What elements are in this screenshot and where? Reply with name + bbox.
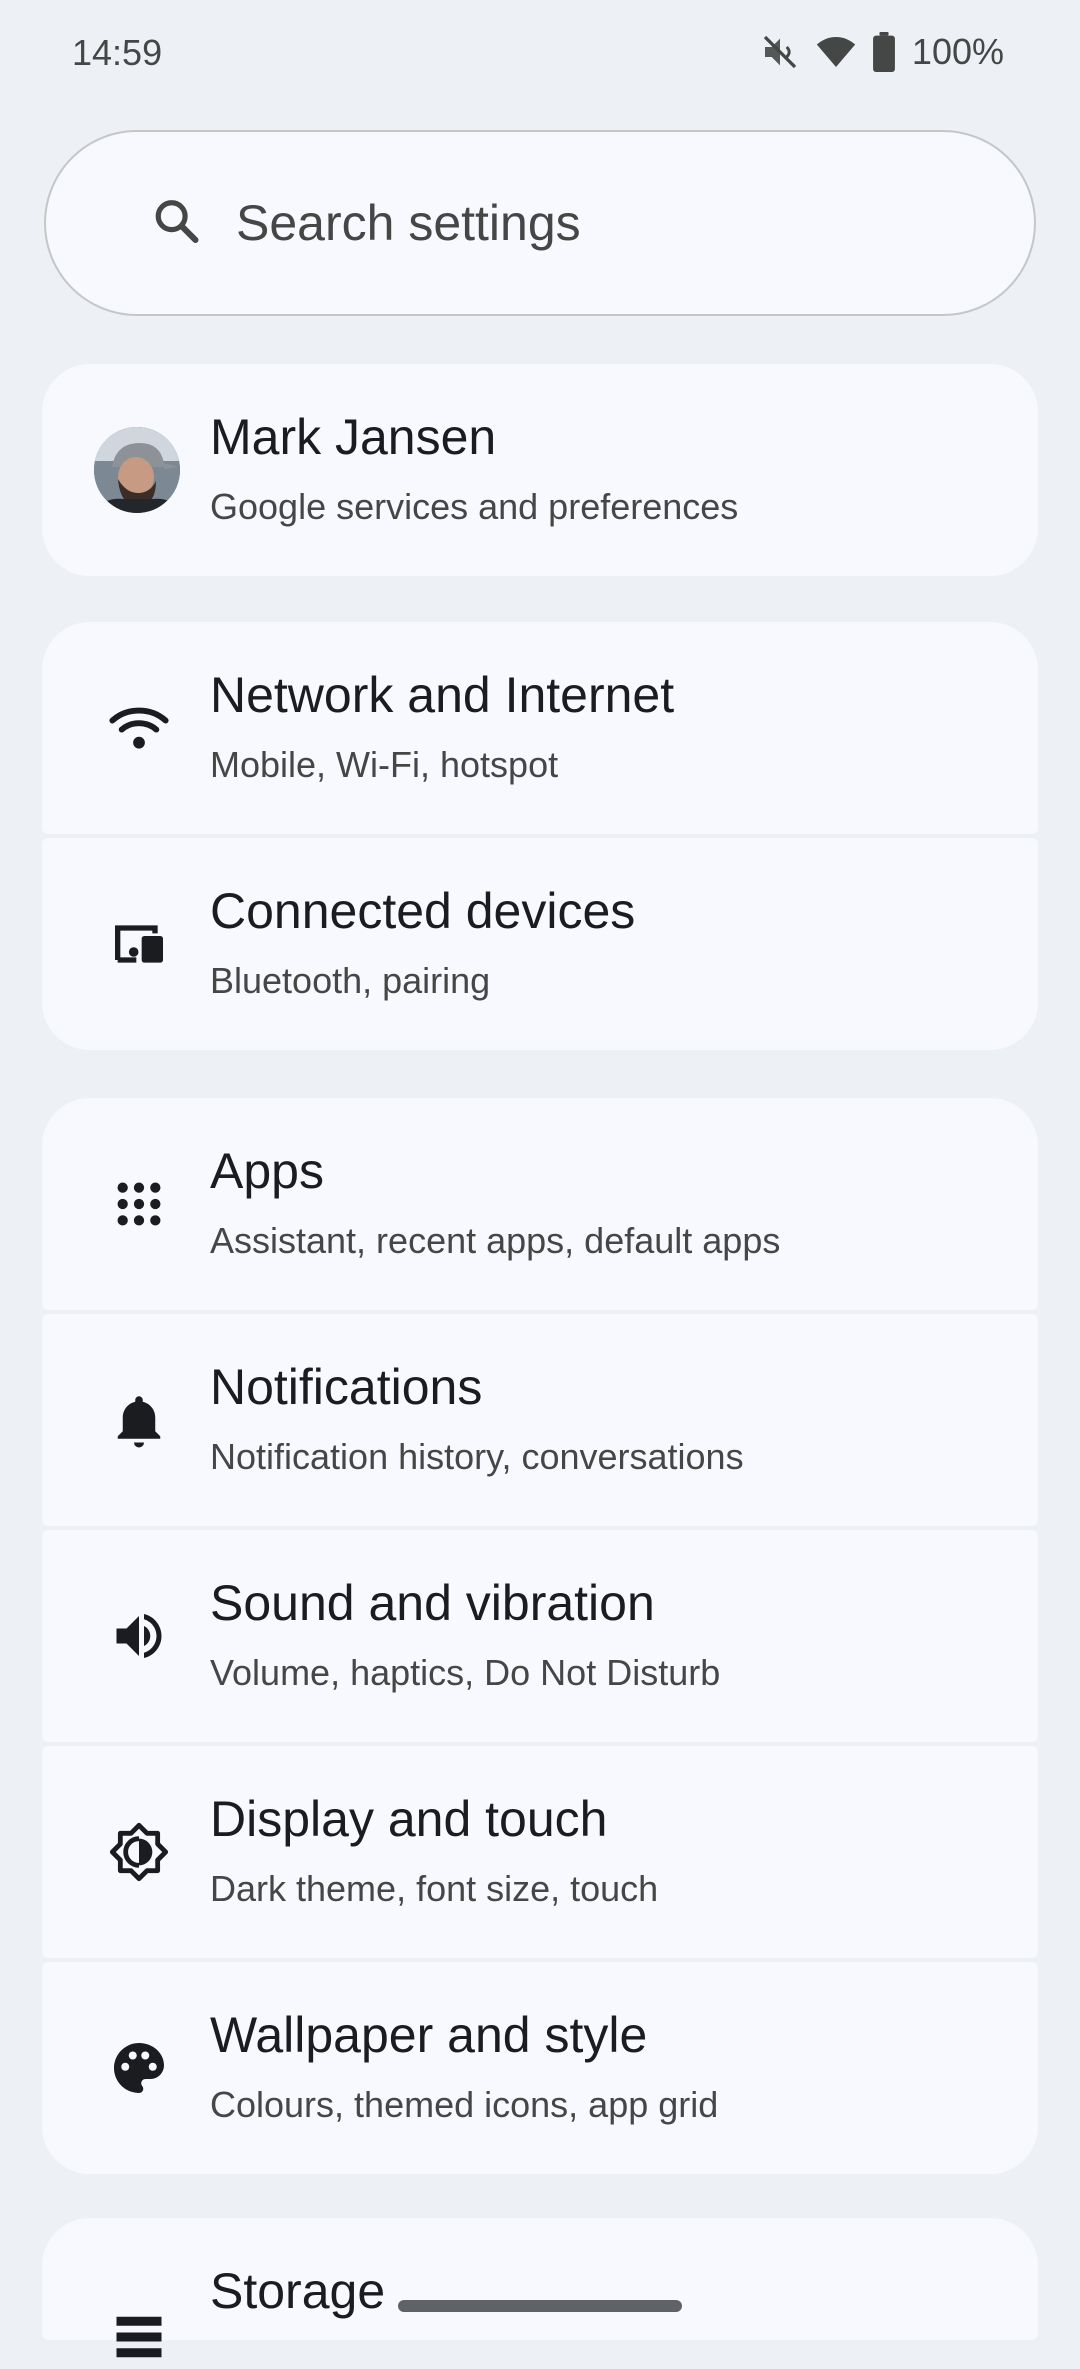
status-icons: 100%: [760, 30, 1004, 74]
settings-item-title: Apps: [210, 1143, 324, 1199]
search-placeholder: Search settings: [236, 195, 581, 251]
settings-item-wallpaper[interactable]: Wallpaper and style Colours, themed icon…: [42, 1962, 1038, 2174]
battery-icon: [872, 32, 896, 72]
settings-item-title: Display and touch: [210, 1791, 608, 1847]
status-bar: 14:59 100%: [0, 0, 1080, 110]
connected-devices-icon: [104, 909, 174, 979]
settings-item-title: Notifications: [210, 1359, 483, 1415]
account-card[interactable]: Mark Jansen Google services and preferen…: [42, 364, 1038, 576]
speaker-icon: [104, 1601, 174, 1671]
apps-grid-icon: [104, 1169, 174, 1239]
settings-item-subtitle: Volume, haptics, Do Not Disturb: [210, 1652, 721, 1693]
settings-item-sound[interactable]: Sound and vibration Volume, haptics, Do …: [42, 1530, 1038, 1742]
wifi-icon: [104, 693, 174, 763]
search-icon: [150, 195, 202, 252]
wifi-icon: [816, 32, 856, 72]
settings-item-title: Sound and vibration: [210, 1575, 655, 1631]
avatar: [94, 427, 180, 513]
settings-item-connected-devices[interactable]: Connected devices Bluetooth, pairing: [42, 838, 1038, 1050]
bell-icon: [104, 1385, 174, 1455]
settings-item-subtitle: Mobile, Wi-Fi, hotspot: [210, 744, 559, 785]
gesture-nav-handle[interactable]: [398, 2300, 682, 2312]
settings-item-title: Network and Internet: [210, 667, 675, 723]
account-name: Mark Jansen: [210, 409, 497, 465]
settings-item-subtitle: Dark theme, font size, touch: [210, 1868, 659, 1909]
settings-item-storage[interactable]: Storage: [42, 2218, 1038, 2358]
settings-item-network[interactable]: Network and Internet Mobile, Wi-Fi, hots…: [42, 622, 1038, 834]
settings-item-display[interactable]: Display and touch Dark theme, font size,…: [42, 1746, 1038, 1958]
settings-item-subtitle: Notification history, conversations: [210, 1436, 744, 1477]
mute-vibrate-icon: [760, 32, 800, 72]
settings-item-title: Storage: [210, 2263, 386, 2319]
search-bar[interactable]: Search settings: [44, 130, 1036, 316]
account-subtitle: Google services and preferences: [210, 486, 739, 527]
settings-item-title: Connected devices: [210, 883, 636, 939]
settings-item-apps[interactable]: Apps Assistant, recent apps, default app…: [42, 1098, 1038, 1310]
battery-percentage: 100%: [911, 31, 1004, 72]
settings-item-title: Wallpaper and style: [210, 2007, 648, 2063]
settings-item-subtitle: Bluetooth, pairing: [210, 960, 491, 1001]
settings-item-subtitle: Colours, themed icons, app grid: [210, 2084, 719, 2125]
settings-item-notifications[interactable]: Notifications Notification history, conv…: [42, 1314, 1038, 1526]
brightness-icon: [104, 1817, 174, 1887]
settings-item-subtitle: Assistant, recent apps, default apps: [210, 1220, 781, 1261]
status-time: 14:59: [72, 32, 163, 73]
palette-icon: [104, 2033, 174, 2103]
